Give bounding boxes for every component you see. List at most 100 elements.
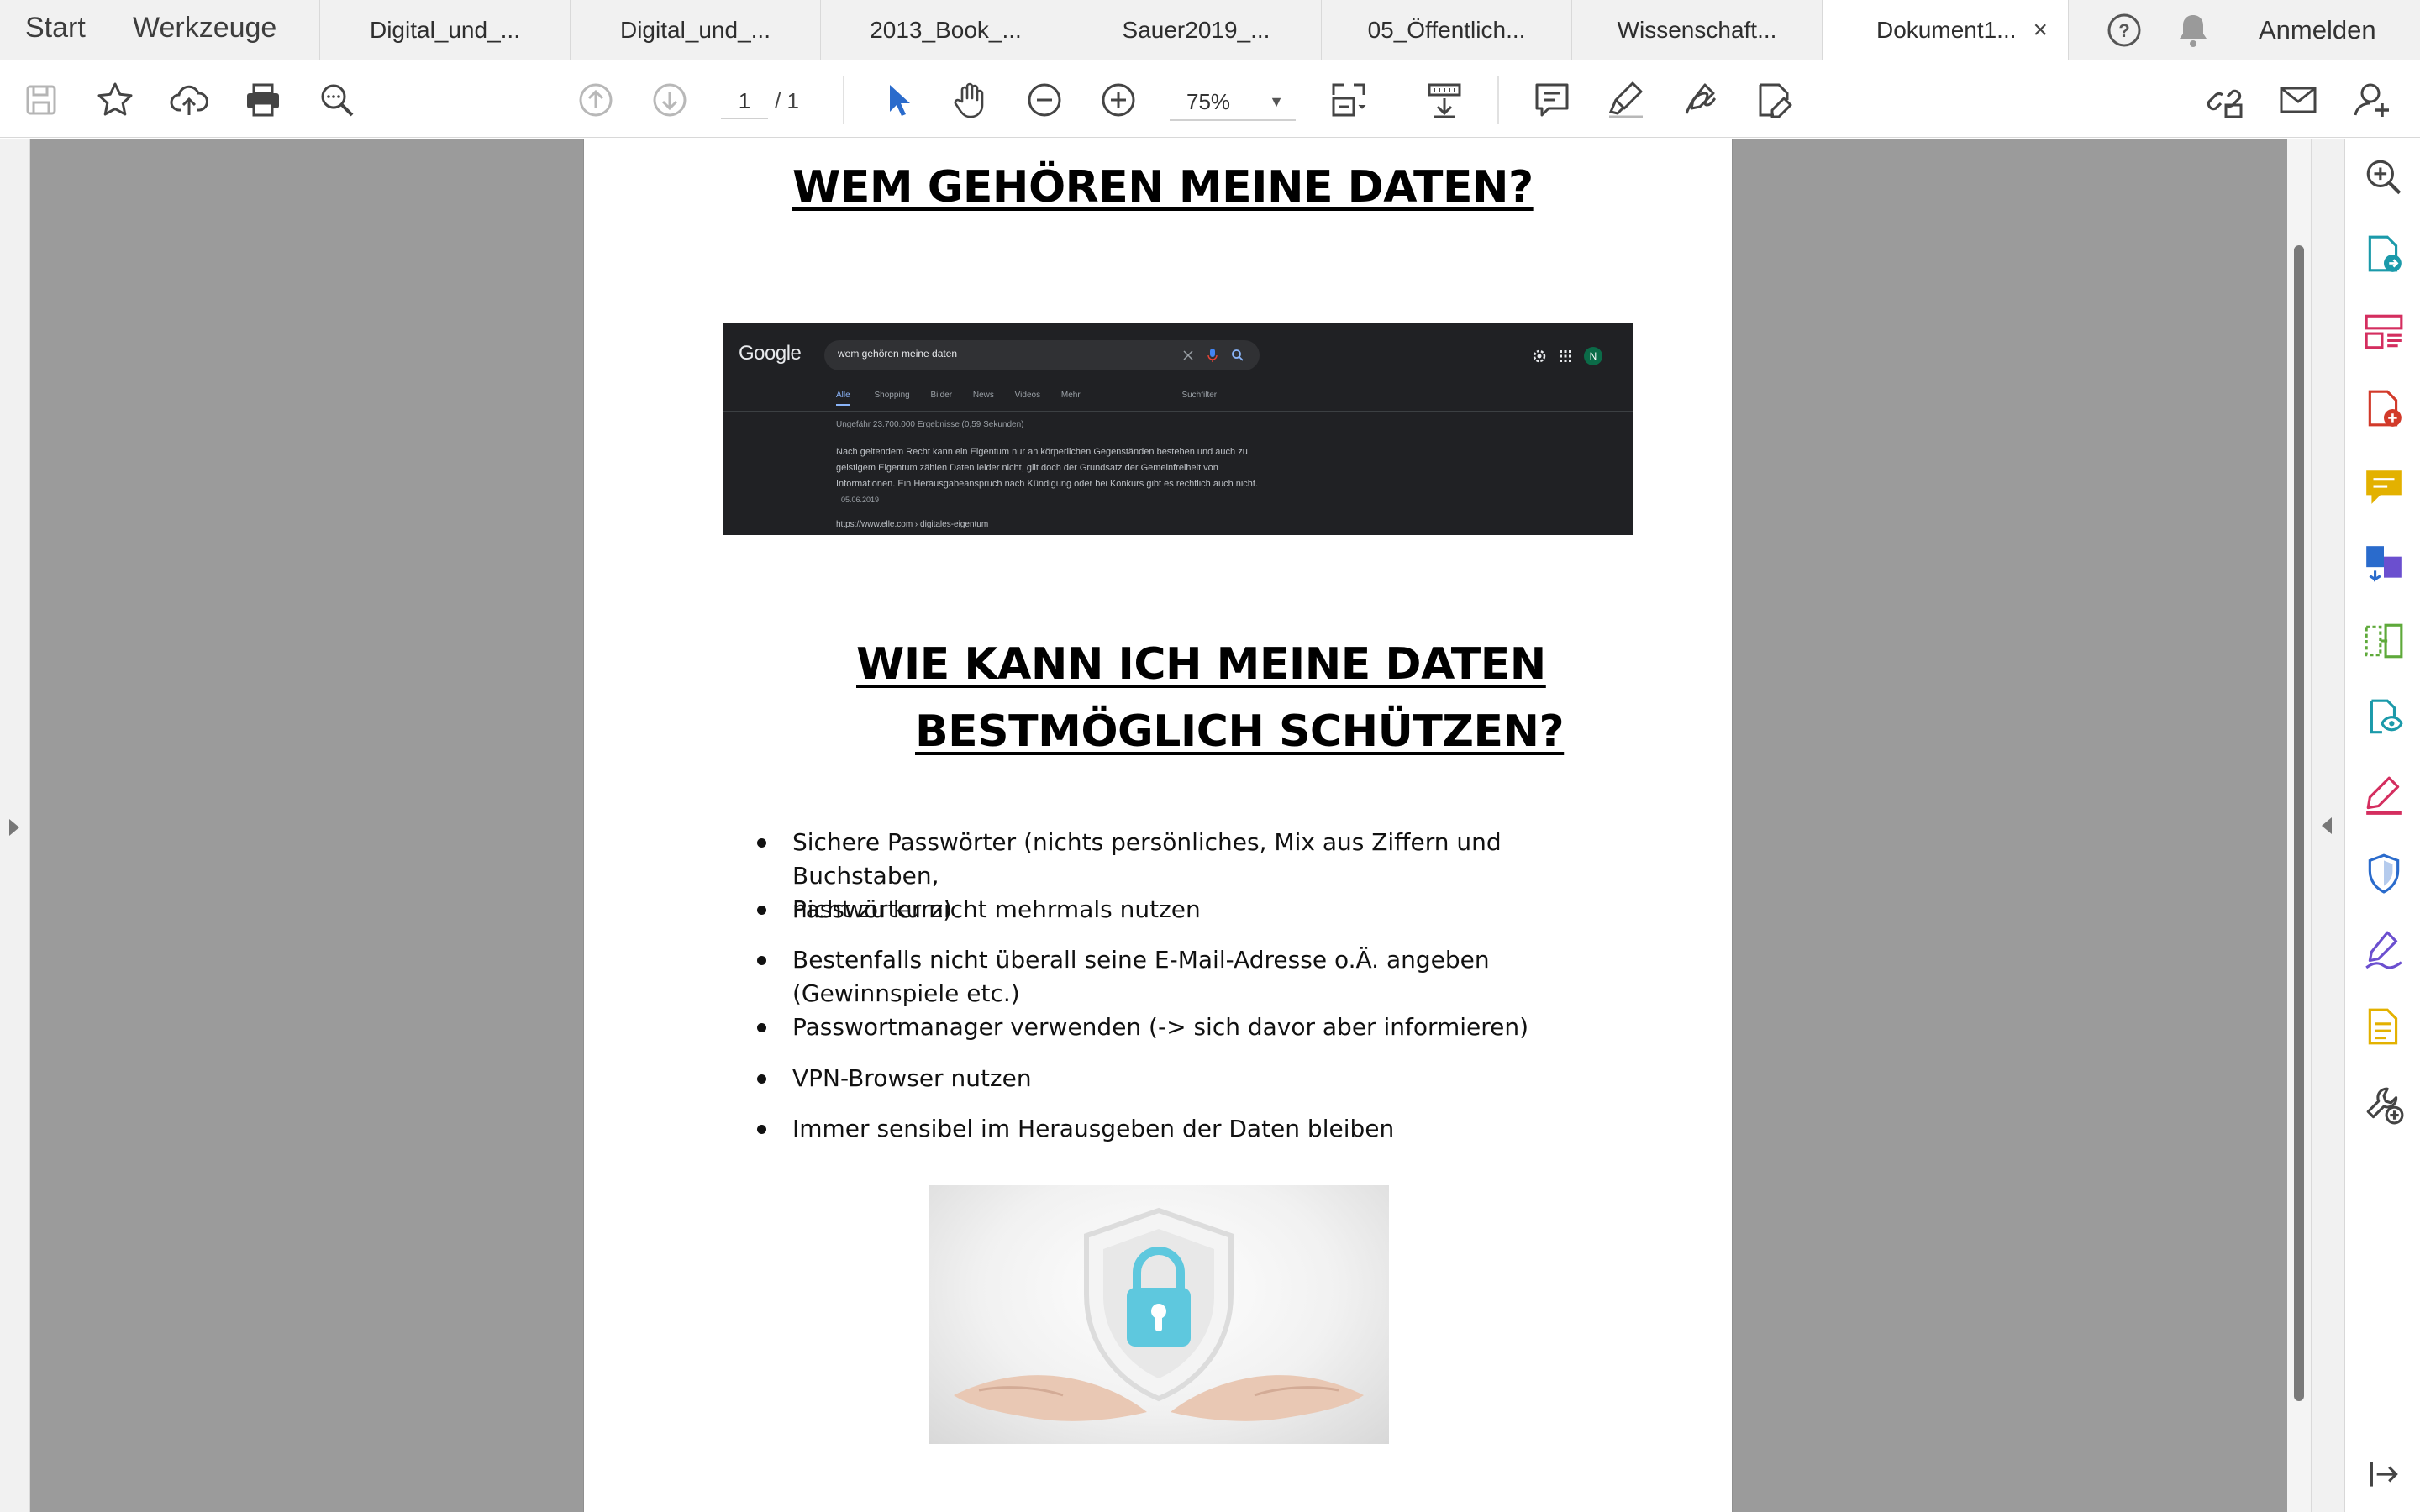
- google-tab-all: Alle: [836, 391, 850, 406]
- save-icon[interactable]: [20, 79, 62, 121]
- add-person-icon[interactable]: [2351, 79, 2393, 121]
- settings-gear-icon: [1533, 349, 1546, 363]
- google-divider: [723, 411, 1633, 412]
- tab-document-2[interactable]: Digital_und_...: [570, 0, 820, 60]
- list-item: Bestenfalls nicht überall seine E-Mail-A…: [757, 943, 1623, 1011]
- customize-tools-icon[interactable]: [2362, 1083, 2406, 1126]
- collapse-pane-icon[interactable]: [2362, 1452, 2406, 1496]
- comment-icon[interactable]: [2362, 465, 2406, 508]
- page-total: / 1: [775, 88, 799, 113]
- scroll-mode-icon[interactable]: [1423, 79, 1465, 121]
- heading-protect-data-line2: BESTMÖGLICH SCHÜTZEN?: [915, 706, 1565, 757]
- share-link-icon[interactable]: [2203, 79, 2245, 121]
- combine-files-icon[interactable]: [2362, 542, 2406, 585]
- tab-tools[interactable]: Werkzeuge: [133, 0, 276, 60]
- toolbar-divider: [843, 76, 844, 124]
- page-down-icon[interactable]: [649, 79, 691, 121]
- heading-who-owns-data: WEM GEHÖREN MEINE DATEN?: [792, 162, 1534, 213]
- tab-document-3[interactable]: 2013_Book_...: [820, 0, 1071, 60]
- star-icon[interactable]: [94, 79, 136, 121]
- expand-left-icon: [9, 819, 19, 836]
- list-item-text: Passwortmanager verwenden (-> sich davor…: [792, 1013, 1529, 1041]
- help-icon[interactable]: ?: [2106, 12, 2143, 53]
- zoom-level-value: 75%: [1186, 89, 1231, 114]
- fit-page-icon[interactable]: [1328, 79, 1370, 121]
- sign-in-button[interactable]: Anmelden: [2259, 0, 2376, 60]
- hand-icon[interactable]: [950, 79, 992, 121]
- highlight-icon[interactable]: [1605, 79, 1647, 121]
- svg-text:?: ?: [2118, 20, 2129, 41]
- list-item: Passwörter nicht mehrmals nutzen: [757, 893, 1623, 927]
- google-tab-images: Bilder: [930, 391, 953, 400]
- tab-start[interactable]: Start: [25, 0, 86, 60]
- google-tab-shopping: Shopping: [874, 391, 910, 400]
- notification-bell-icon[interactable]: [2176, 12, 2210, 53]
- security-lock-image: [929, 1185, 1389, 1444]
- tab-document-active[interactable]: Dokument1... ×: [1822, 0, 2069, 61]
- toolbar-divider: [1497, 76, 1499, 124]
- edit-icon[interactable]: [1753, 79, 1795, 121]
- fill-sign-icon[interactable]: [2362, 774, 2406, 817]
- list-item-text: Immer sensibel im Herausgeben der Daten …: [792, 1115, 1395, 1142]
- more-tools-icon[interactable]: [2362, 1005, 2406, 1049]
- zoom-in-icon[interactable]: [1097, 79, 1139, 121]
- google-header-icons: N: [1532, 347, 1602, 365]
- compare-files-icon[interactable]: [2362, 619, 2406, 663]
- main-toolbar: 1 / 1 75% ▼: [0, 60, 2420, 138]
- tab-document-1[interactable]: Digital_und_...: [319, 0, 570, 60]
- google-tab-videos: Videos: [1014, 391, 1041, 400]
- search-icon[interactable]: [316, 79, 358, 121]
- tools-pane: [2344, 139, 2420, 1512]
- pdf-page: WEM GEHÖREN MEINE DATEN? Google wem gehö…: [583, 139, 1733, 1512]
- create-pdf-icon[interactable]: [2362, 233, 2406, 276]
- tab-document-active-label: Dokument1...: [1876, 17, 2017, 43]
- page-number-input[interactable]: 1: [721, 82, 768, 119]
- vertical-scrollbar[interactable]: [2287, 139, 2311, 1512]
- request-signature-icon[interactable]: [2362, 928, 2406, 972]
- google-tabs: Alle Shopping Bilder News Videos Mehr Su…: [836, 391, 1218, 406]
- tab-document-6[interactable]: Wissenschaft...: [1571, 0, 1822, 60]
- chevron-down-icon: ▼: [1269, 93, 1284, 110]
- heading-protect-data-line1: WIE KANN ICH MEINE DATEN: [856, 639, 1546, 690]
- tab-document-5[interactable]: 05_Öffentlich...: [1321, 0, 1571, 60]
- print-icon[interactable]: [242, 79, 284, 121]
- sign-icon[interactable]: [1679, 79, 1721, 121]
- zoom-out-icon[interactable]: [1023, 79, 1065, 121]
- google-avatar: N: [1584, 347, 1602, 365]
- protect-icon[interactable]: [2362, 851, 2406, 895]
- google-query: wem gehören meine daten: [838, 348, 958, 360]
- list-item: Passwortmanager verwenden (-> sich davor…: [757, 1011, 1623, 1044]
- list-item: Immer sensibel im Herausgeben der Daten …: [757, 1112, 1623, 1146]
- tab-close-button[interactable]: ×: [2033, 0, 2048, 60]
- clear-icon: [1183, 350, 1193, 360]
- google-result-stats: Ungefähr 23.700.000 Ergebnisse (0,59 Sek…: [836, 420, 1024, 429]
- google-tab-news: News: [972, 391, 994, 400]
- google-filter: Suchfilter: [1181, 391, 1218, 400]
- zoom-level-select[interactable]: 75% ▼: [1170, 82, 1296, 121]
- tab-bar: Start Werkzeuge Digital_und_... Digital_…: [0, 0, 2420, 61]
- page-up-icon[interactable]: [575, 79, 617, 121]
- export-pdf-icon[interactable]: [2362, 387, 2406, 431]
- list-item-text-cont: (Gewinnspiele etc.): [792, 979, 1020, 1007]
- google-snippet-text: Nach geltendem Recht kann ein Eigentum n…: [836, 447, 1259, 489]
- google-result-url: https://www.elle.com › digitales-eigentu…: [836, 520, 989, 529]
- comment-icon[interactable]: [1531, 79, 1573, 121]
- scrollbar-thumb[interactable]: [2294, 245, 2304, 1401]
- google-snippet-date: 05.06.2019: [841, 496, 880, 504]
- tab-document-4[interactable]: Sauer2019_...: [1071, 0, 1321, 60]
- zoom-icon[interactable]: [2362, 155, 2406, 199]
- left-panel-toggle[interactable]: [0, 139, 30, 1512]
- microphone-icon: [1207, 349, 1218, 362]
- list-item: VPN-Browser nutzen: [757, 1062, 1623, 1095]
- cloud-upload-icon[interactable]: [168, 79, 210, 121]
- google-snippet: Nach geltendem Recht kann ein Eigentum n…: [836, 444, 1273, 508]
- search-icon: [1232, 349, 1244, 361]
- select-cursor-icon[interactable]: [877, 79, 919, 121]
- lock-shield-hands-illustration: [954, 1207, 1364, 1421]
- google-search-box: wem gehören meine daten: [824, 340, 1260, 370]
- mail-icon[interactable]: [2277, 79, 2319, 121]
- apps-grid-icon: [1560, 350, 1571, 362]
- organize-pages-icon[interactable]: [2362, 310, 2406, 354]
- scan-icon[interactable]: [2362, 696, 2406, 740]
- right-panel-toggle[interactable]: [2311, 139, 2344, 1512]
